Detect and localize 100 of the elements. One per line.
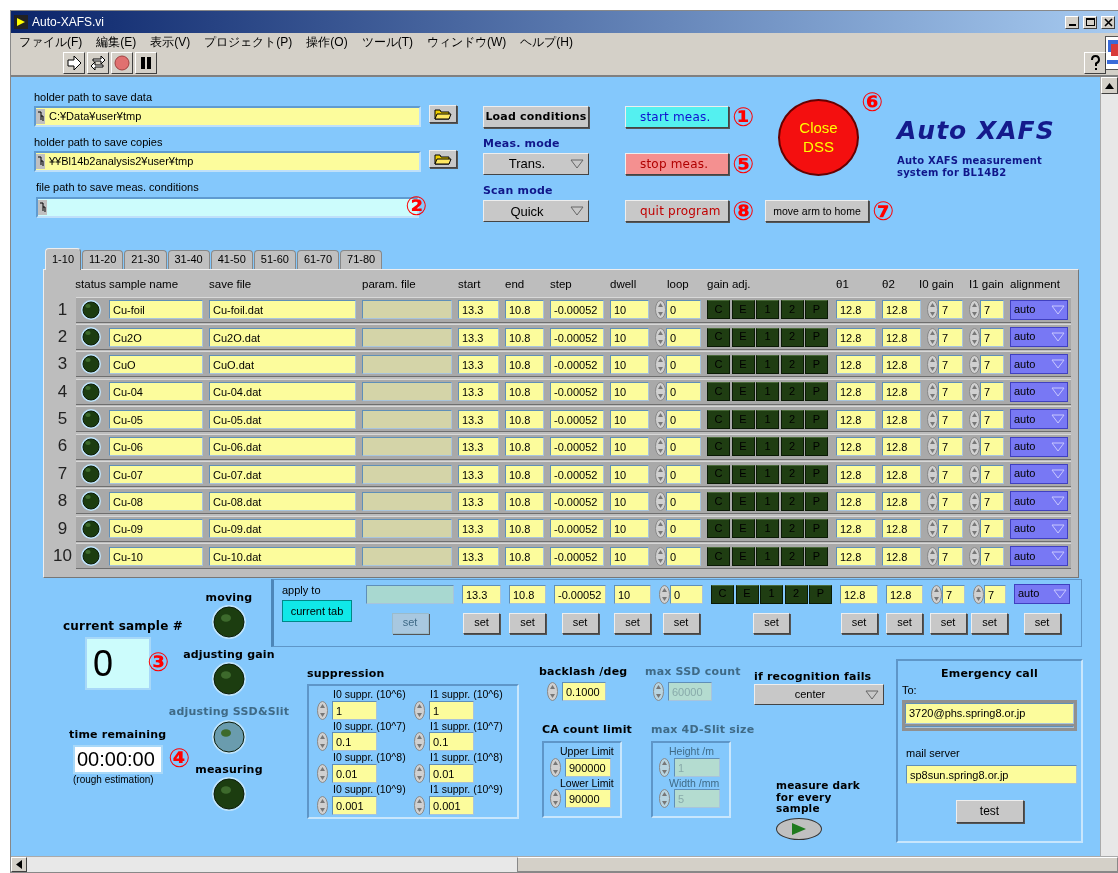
end-field[interactable]: 10.8 <box>505 409 544 429</box>
spinner-control[interactable] <box>655 300 666 320</box>
alignment-dropdown[interactable]: auto <box>1014 584 1070 604</box>
loop-field[interactable]: 0 <box>666 327 701 347</box>
start-field[interactable]: 13.3 <box>458 354 499 374</box>
theta2-field[interactable]: 12.8 <box>882 354 921 374</box>
spinner-control[interactable] <box>927 464 938 484</box>
spinner-control[interactable] <box>927 327 938 347</box>
maximize-button[interactable] <box>1083 15 1097 29</box>
apply-value-field[interactable]: 7 <box>984 584 1006 604</box>
start-field[interactable]: 13.3 <box>458 437 499 457</box>
set-button[interactable]: set <box>840 612 878 634</box>
loop-field[interactable]: 0 <box>666 519 701 539</box>
alignment-dropdown[interactable]: auto <box>1010 491 1068 512</box>
tab[interactable]: 61-70 <box>296 250 340 269</box>
alignment-dropdown[interactable]: auto <box>1010 436 1068 457</box>
theta2-field[interactable]: 12.8 <box>882 409 921 429</box>
dwell-field[interactable]: 10 <box>610 519 649 539</box>
set-button[interactable]: set <box>463 612 500 634</box>
start-field[interactable]: 13.3 <box>458 519 499 539</box>
tab[interactable]: 51-60 <box>253 250 296 269</box>
spinner-control[interactable] <box>659 584 670 604</box>
param-file-field[interactable] <box>362 409 452 429</box>
tab[interactable]: 31-40 <box>167 250 210 269</box>
spinner-control[interactable] <box>653 682 664 702</box>
start-button[interactable]: start meas. <box>625 106 729 128</box>
spinner-control[interactable] <box>969 519 980 539</box>
quit-button[interactable]: quit program <box>625 200 729 222</box>
apply-param-field[interactable] <box>366 584 454 604</box>
theta2-field[interactable]: 12.8 <box>882 519 921 539</box>
loop-field[interactable]: 0 <box>666 409 701 429</box>
run-continuously-button[interactable] <box>87 52 109 74</box>
loop-field[interactable]: 0 <box>666 491 701 511</box>
save-file-field[interactable]: Cu-05.dat <box>209 409 356 429</box>
theta2-field[interactable]: 12.8 <box>882 546 921 566</box>
spinner-control[interactable] <box>973 584 984 604</box>
apply-value-field[interactable]: 7 <box>942 584 965 604</box>
spinner-control[interactable] <box>414 795 425 815</box>
spinner-control[interactable] <box>655 354 666 374</box>
scrollbar-thumb[interactable] <box>517 857 1118 872</box>
move-arm-button[interactable]: move arm to home <box>765 200 869 222</box>
spinner-control[interactable] <box>969 354 980 374</box>
start-field[interactable]: 13.3 <box>458 491 499 511</box>
set-button[interactable]: set <box>614 612 651 634</box>
sample-name-field[interactable]: Cu-06 <box>109 437 203 457</box>
end-field[interactable]: 10.8 <box>505 491 544 511</box>
alignment-dropdown[interactable]: auto <box>1010 299 1068 320</box>
menu-item[interactable]: 表示(V) <box>150 34 191 50</box>
i1-gain-field[interactable]: 7 <box>980 382 1004 402</box>
recognition-dropdown[interactable]: center <box>754 684 884 706</box>
spinner-control[interactable] <box>969 382 980 402</box>
scroll-left-button[interactable] <box>11 857 27 872</box>
start-field[interactable]: 13.3 <box>458 464 499 484</box>
spinner-control[interactable] <box>969 437 980 457</box>
run-arrow-button[interactable] <box>63 52 85 74</box>
i1-gain-field[interactable]: 7 <box>980 464 1004 484</box>
tab[interactable]: 41-50 <box>210 250 253 269</box>
dwell-field[interactable]: 10 <box>610 437 649 457</box>
loop-field[interactable]: 0 <box>666 382 701 402</box>
horizontal-scrollbar[interactable] <box>11 856 1118 872</box>
param-file-field[interactable] <box>362 519 452 539</box>
pause-button[interactable] <box>135 52 157 74</box>
spinner-control[interactable] <box>969 300 980 320</box>
start-field[interactable]: 13.3 <box>458 409 499 429</box>
loop-field[interactable]: 0 <box>666 546 701 566</box>
spinner-control[interactable] <box>931 584 942 604</box>
save-file-field[interactable]: CuO.dat <box>209 354 356 374</box>
tab[interactable]: 21-30 <box>124 250 167 269</box>
set-button[interactable]: set <box>753 612 790 634</box>
param-file-field[interactable] <box>362 300 452 320</box>
path-field[interactable]: ¥¥Bl14b2analysis2¥user¥tmp <box>34 151 421 173</box>
sample-name-field[interactable]: Cu-04 <box>109 382 203 402</box>
i0-gain-field[interactable]: 7 <box>938 354 963 374</box>
alignment-dropdown[interactable]: auto <box>1010 327 1068 348</box>
sample-name-field[interactable]: Cu-09 <box>109 519 203 539</box>
dwell-field[interactable]: 10 <box>610 409 649 429</box>
scroll-up-button[interactable] <box>1101 77 1118 94</box>
i1-gain-field[interactable]: 7 <box>980 409 1004 429</box>
step-field[interactable]: -0.00052 <box>550 354 604 374</box>
alignment-dropdown[interactable]: auto <box>1010 381 1068 402</box>
menu-item[interactable]: 編集(E) <box>96 34 137 50</box>
start-field[interactable]: 13.3 <box>458 300 499 320</box>
limit-field[interactable]: 90000 <box>565 789 611 809</box>
spinner-control[interactable] <box>969 491 980 511</box>
theta1-field[interactable]: 12.8 <box>836 546 876 566</box>
theta1-field[interactable]: 12.8 <box>836 409 876 429</box>
spinner-control[interactable] <box>550 757 561 777</box>
theta1-field[interactable]: 12.8 <box>836 382 876 402</box>
apply-value-field[interactable]: 10.8 <box>509 584 546 604</box>
folder-browse-button[interactable] <box>429 149 457 168</box>
end-field[interactable]: 10.8 <box>505 382 544 402</box>
apply-value-field[interactable]: -0.00052 <box>554 584 606 604</box>
param-file-field[interactable] <box>362 491 452 511</box>
i0-gain-field[interactable]: 7 <box>938 519 963 539</box>
save-file-field[interactable]: Cu-09.dat <box>209 519 356 539</box>
help-button[interactable] <box>1084 52 1106 74</box>
step-field[interactable]: -0.00052 <box>550 546 604 566</box>
suppression-field[interactable]: 0.1 <box>429 732 474 752</box>
theta1-field[interactable]: 12.8 <box>836 300 876 320</box>
save-file-field[interactable]: Cu-04.dat <box>209 382 356 402</box>
